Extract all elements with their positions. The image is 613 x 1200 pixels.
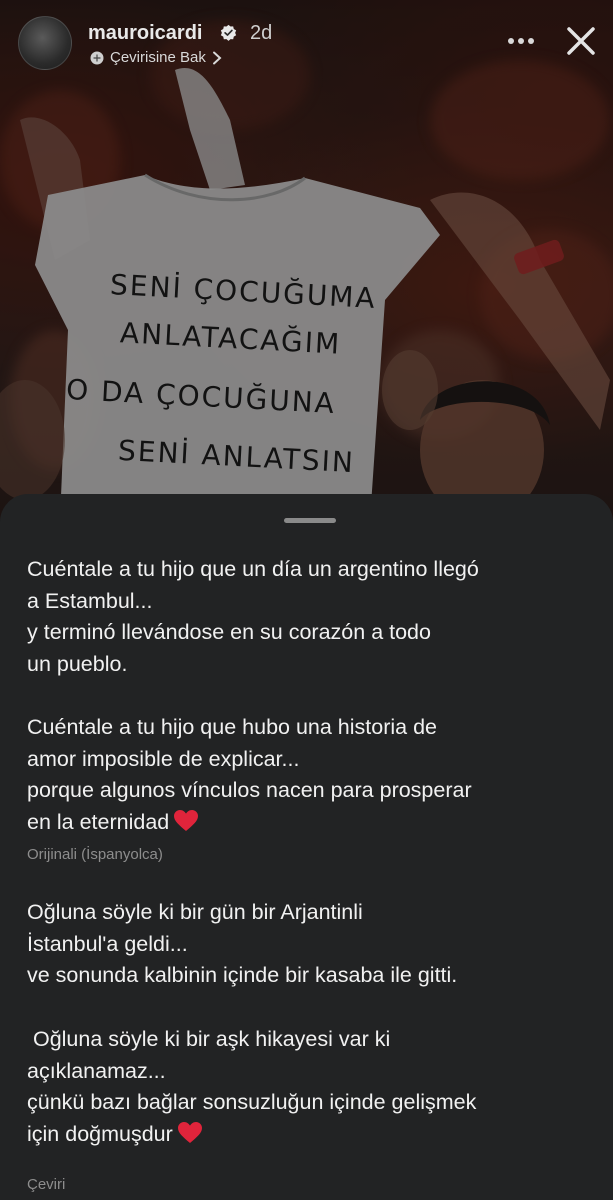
text-line-with-heart: için doğmuşdur	[27, 1119, 597, 1151]
text-line: en la eternidad	[27, 809, 170, 834]
original-paragraph-1: Cuéntale a tu hijo que un día un argenti…	[27, 554, 597, 680]
text-line: Oğluna söyle ki bir aşk hikayesi var ki	[27, 1027, 391, 1051]
see-translation-link[interactable]: Çevirisine Bak	[90, 49, 222, 66]
verified-badge-icon	[220, 24, 237, 41]
text-line: Oğluna söyle ki bir gün bir Arjantinli	[27, 900, 363, 924]
chevron-right-icon	[212, 51, 222, 64]
text-line: Cuéntale a tu hijo que hubo una historia…	[27, 715, 438, 739]
text-line: y terminó llevándose en su corazón a tod…	[27, 620, 431, 644]
text-line: çünkü bazı bağlar sonsuzluğun içinde gel…	[27, 1090, 477, 1114]
text-line: açıklanamaz...	[27, 1058, 166, 1083]
translation-sheet[interactable]: Cuéntale a tu hijo que un día un argenti…	[0, 494, 613, 1200]
text-line: Cuéntale a tu hijo que un día un argenti…	[27, 557, 479, 581]
sheet-drag-handle[interactable]	[284, 518, 336, 523]
text-line: porque algunos vínculos nacen para prosp…	[27, 778, 472, 802]
post-time: 2d	[250, 22, 273, 44]
close-icon[interactable]	[564, 24, 598, 58]
text-line-with-heart: en la eternidad	[27, 807, 597, 839]
heart-emoji-icon	[174, 809, 199, 831]
see-translation-label: Çevirisine Bak	[110, 49, 206, 66]
original-language-label: Orijinali (İspanyolca)	[27, 846, 163, 863]
text-line: un pueblo.	[27, 651, 128, 676]
translation-paragraph-2: Oğluna söyle ki bir aşk hikayesi var ki …	[27, 1024, 597, 1150]
translate-icon	[90, 51, 104, 64]
username[interactable]: mauroicardi	[88, 22, 202, 45]
avatar[interactable]	[18, 16, 72, 70]
text-line: için doğmuşdur	[27, 1121, 173, 1146]
more-icon[interactable]	[507, 36, 535, 46]
text-line: a Estambul...	[27, 588, 153, 613]
text-line: amor imposible de explicar...	[27, 746, 300, 771]
story-header: mauroicardi 2d Çevirisine Bak	[0, 0, 613, 80]
translation-label: Çeviri	[27, 1176, 66, 1193]
original-paragraph-2: Cuéntale a tu hijo que hubo una historia…	[27, 712, 597, 838]
translation-paragraph-1: Oğluna söyle ki bir gün bir Arjantinli İ…	[27, 897, 597, 992]
text-line: İstanbul'a geldi...	[27, 931, 188, 956]
heart-emoji-icon	[177, 1121, 202, 1143]
text-line: ve sonunda kalbinin içinde bir kasaba il…	[27, 963, 458, 987]
